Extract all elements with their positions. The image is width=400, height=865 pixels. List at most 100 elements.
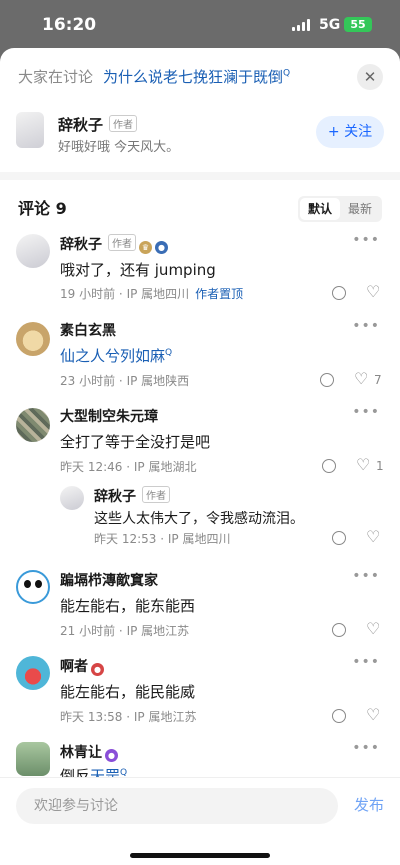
comment-meta: 昨天 13:58 · IP 属地江苏 [60, 708, 196, 725]
comment-text: 能左能右，能民能威 [60, 683, 196, 701]
more-icon[interactable]: ••• [352, 740, 380, 756]
like-icon[interactable]: ♡ [356, 457, 370, 473]
reply-icon[interactable] [320, 373, 334, 387]
reply-author-text: 辞秋子 [94, 489, 136, 505]
avatar[interactable] [16, 408, 50, 442]
medal-badge-icon: ● [91, 663, 104, 676]
reply-time: 昨天 12:53 [94, 532, 157, 546]
like-icon[interactable]: ♡ [366, 621, 380, 637]
panda-icon [24, 580, 31, 588]
reply-icon[interactable] [332, 623, 346, 637]
signal-icon [292, 19, 312, 31]
comment-link-text: 仙之人兮列如麻 [60, 347, 166, 365]
reply-text: 这些人太伟大了，令我感动流泪。 [94, 511, 304, 527]
separator: · [160, 532, 165, 546]
reply-icon[interactable] [332, 709, 346, 723]
comment-time: 21 小时前 [60, 624, 116, 638]
author-name-text: 辞秋子 [58, 116, 104, 134]
comment-location: IP 属地陕西 [126, 374, 190, 388]
comments-title: 评论 9 [18, 199, 67, 218]
reply-meta: 昨天 12:53 · IP 属地四川 [94, 530, 230, 547]
comment-author[interactable]: 林青让 ● [60, 742, 118, 762]
author-tag: 作者 [108, 234, 136, 251]
more-icon[interactable]: ••• [352, 568, 380, 584]
comment-meta: 19 小时前 · IP 属地四川 作者置顶 [60, 285, 243, 302]
pinned-label: 作者置顶 [195, 287, 244, 301]
more-icon[interactable]: ••• [352, 654, 380, 670]
follow-button[interactable]: + 关注 [316, 116, 384, 148]
comment-author[interactable]: 素白玄黑 [60, 320, 116, 340]
separator: · [126, 710, 131, 724]
sort-toggle: 默认 最新 [297, 196, 382, 222]
comment-item: 蹁塥栉漙歒窴家 ••• 能左能右，能东能西 21 小时前 · IP 属地江苏 ♡ [0, 568, 400, 640]
avatar[interactable] [16, 112, 44, 148]
comment-item: 啊者 ● ••• 能左能右，能民能威 昨天 13:58 · IP 属地江苏 ♡ [0, 654, 400, 726]
comment-text: 全打了等于全没打是吧 [60, 433, 211, 451]
publish-button[interactable]: 发布 [354, 794, 384, 815]
comment-location: IP 属地四川 [126, 287, 190, 301]
reply-item: 辞秋子 作者 这些人太伟大了，令我感动流泪。 昨天 12:53 · IP 属地四川… [0, 484, 400, 548]
like-icon[interactable]: ♡ [354, 371, 368, 387]
more-icon[interactable]: ••• [352, 232, 380, 248]
sort-default-tab[interactable]: 默认 [299, 198, 340, 220]
comment-text: 能左能右，能东能西 [60, 597, 196, 615]
network-label: 5G [319, 17, 341, 33]
status-bar: 16:20 5G 55 [0, 0, 400, 48]
comment-time: 23 小时前 [60, 374, 116, 388]
like-icon[interactable]: ♡ [366, 284, 380, 300]
globe-badge-icon: ● [155, 241, 168, 254]
comment-location: IP 属地江苏 [126, 624, 190, 638]
comment-sheet: 大家在讨论 为什么说老七挽狂澜于既倒Q ✕ 辞秋子 作者 好哦好哦 今天风大。 + … [0, 48, 400, 865]
comment-time: 昨天 12:46 [60, 460, 123, 474]
reply-icon[interactable] [322, 459, 336, 473]
more-icon[interactable]: ••• [352, 404, 380, 420]
comment-author-text: 啊者 [60, 659, 88, 675]
like-count: 1 [376, 459, 384, 473]
search-icon: Q [165, 348, 173, 358]
author-card[interactable]: 辞秋子 作者 好哦好哦 今天风大。 + 关注 [16, 110, 384, 162]
reply-location: IP 属地四川 [167, 532, 231, 546]
comment-author[interactable]: 蹁塥栉漙歒窴家 [60, 570, 158, 590]
close-button[interactable]: ✕ [357, 64, 383, 90]
avatar[interactable] [60, 486, 84, 510]
comment-item: 素白玄黑 ••• 仙之人兮列如麻Q 23 小时前 · IP 属地陕西 ♡ 7 [0, 318, 400, 390]
author-bio: 好哦好哦 今天风大。 [58, 140, 180, 155]
sort-latest-tab[interactable]: 最新 [340, 198, 380, 220]
like-count: 7 [374, 373, 382, 387]
comment-author-text: 林青让 [60, 745, 102, 761]
like-icon[interactable]: ♡ [366, 707, 380, 723]
avatar[interactable] [16, 742, 50, 776]
search-icon[interactable]: Q [283, 69, 290, 79]
divider [0, 172, 400, 180]
more-icon[interactable]: ••• [352, 318, 380, 334]
comment-location: IP 属地江苏 [133, 710, 197, 724]
avatar[interactable] [16, 322, 50, 356]
author-name[interactable]: 辞秋子 作者 [58, 114, 138, 135]
comment-author[interactable]: 大型制空朱元璋 [60, 406, 158, 426]
avatar[interactable] [16, 656, 50, 690]
comment-author[interactable]: 辞秋子 作者 ♛ ● [60, 234, 168, 254]
comment-item: 辞秋子 作者 ♛ ● ••• 哦对了，还有 jumping 19 小时前 · IP 属… [0, 232, 400, 302]
like-icon[interactable]: ♡ [366, 529, 380, 545]
separator: · [118, 287, 123, 301]
topic-title-link[interactable]: 为什么说老七挽狂澜于既倒 [103, 68, 283, 86]
author-tag: 作者 [142, 486, 170, 503]
comment-item: 大型制空朱元璋 ••• 全打了等于全没打是吧 昨天 12:46 · IP 属地湖… [0, 404, 400, 476]
reply-icon[interactable] [332, 531, 346, 545]
comment-input-bar: 欢迎参与讨论 发布 [0, 777, 400, 865]
comment-item: 林青让 ● ••• 倒反天罡Q [0, 740, 400, 785]
reply-icon[interactable] [332, 286, 346, 300]
comment-author[interactable]: 啊者 ● [60, 656, 104, 676]
comment-text[interactable]: 仙之人兮列如麻Q [60, 345, 172, 366]
vip-badge-icon: ● [105, 749, 118, 762]
avatar[interactable] [16, 234, 50, 268]
comment-meta: 21 小时前 · IP 属地江苏 [60, 622, 189, 639]
separator: · [126, 460, 131, 474]
avatar[interactable] [16, 570, 50, 604]
comment-meta: 23 小时前 · IP 属地陕西 [60, 372, 189, 389]
comment-time: 19 小时前 [60, 287, 116, 301]
comment-author-text: 辞秋子 [60, 237, 102, 253]
author-tag: 作者 [109, 115, 138, 132]
reply-author[interactable]: 辞秋子 作者 [94, 486, 170, 506]
comment-input[interactable]: 欢迎参与讨论 [16, 788, 338, 824]
